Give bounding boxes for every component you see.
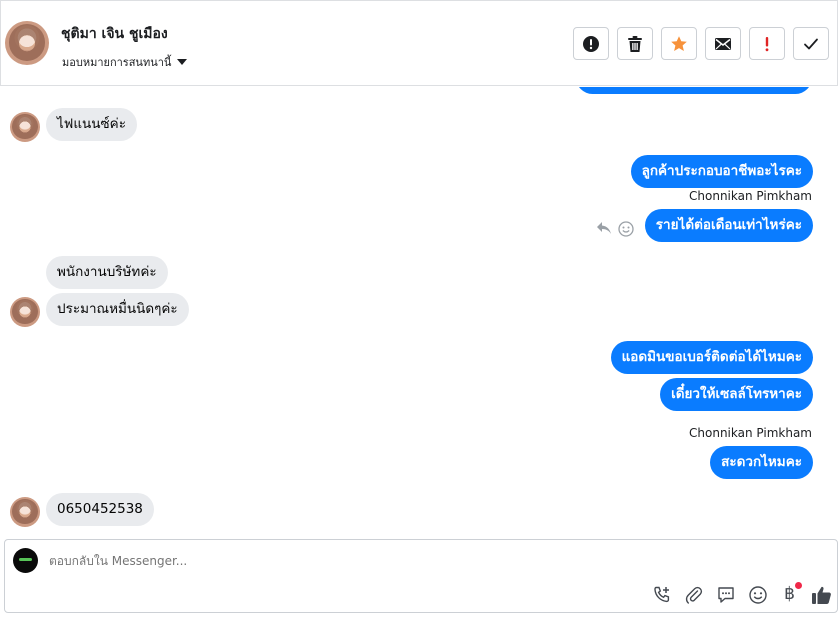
phone-add-icon[interactable] <box>651 584 672 605</box>
page-avatar <box>13 548 38 573</box>
message-bubble-outgoing[interactable]: แอดมินขอเบอร์ติดต่อได้ไหมคะ <box>610 341 813 374</box>
message-bubble-outgoing[interactable]: ลูกค้าประกอบอาชีพอะไรคะ <box>630 155 813 188</box>
reply-icon[interactable] <box>596 221 612 235</box>
reply-composer: ฿ <box>4 539 838 613</box>
contact-avatar[interactable] <box>5 21 49 65</box>
sender-avatar[interactable] <box>10 112 40 142</box>
message-bubble-outgoing[interactable]: สะดวกไหมคะ <box>710 446 813 479</box>
envelope-icon <box>715 37 731 50</box>
exclamation-circle-icon <box>583 35 599 52</box>
message-bubble-outgoing-partial[interactable] <box>576 87 812 94</box>
emoji-reaction-icon[interactable] <box>618 221 634 237</box>
saved-reply-icon[interactable] <box>715 584 736 605</box>
star-icon <box>671 35 687 51</box>
check-icon <box>804 38 818 49</box>
exclamation-icon <box>765 36 769 51</box>
message-actions <box>596 221 634 237</box>
sender-name: Chonnikan Pimkham <box>689 189 812 203</box>
assign-label: มอบหมายการสนทนานี้ <box>62 56 172 69</box>
sender-name: Chonnikan Pimkham <box>689 426 812 440</box>
composer-toolbar: ฿ <box>651 582 832 605</box>
message-bubble-outgoing[interactable]: เดี๋ยวให้เซลล์โทรหาคะ <box>660 378 813 411</box>
mark-spam-button[interactable] <box>573 27 609 60</box>
chevron-down-icon <box>177 59 188 65</box>
follow-up-button[interactable] <box>749 27 785 60</box>
paperclip-icon[interactable] <box>683 584 704 605</box>
message-bubble-incoming[interactable]: 0650452538 <box>46 493 154 526</box>
star-button[interactable] <box>661 27 697 60</box>
mark-done-button[interactable] <box>793 27 829 60</box>
mark-unread-button[interactable] <box>705 27 741 60</box>
conversation-header: ชุติมา เจิน ชูเมือง มอบหมายการสนทนานี้ <box>0 0 838 86</box>
sender-avatar[interactable] <box>10 297 40 327</box>
assign-conversation-dropdown[interactable]: มอบหมายการสนทนานี้ <box>62 53 188 71</box>
notification-dot <box>795 582 802 589</box>
message-bubble-outgoing[interactable]: รายได้ต่อเดือนเท่าไหร่คะ <box>644 209 813 242</box>
conversation-toolbar <box>573 27 829 60</box>
delete-button[interactable] <box>617 27 653 60</box>
message-thread[interactable]: ไฟแนนซ์ค่ะ ลูกค้าประกอบอาชีพอะไรคะ Chonn… <box>0 87 840 537</box>
message-bubble-incoming[interactable]: ไฟแนนซ์ค่ะ <box>46 108 137 141</box>
message-bubble-incoming[interactable]: พนักงานบริษัทค่ะ <box>46 256 168 289</box>
message-input[interactable] <box>49 554 699 568</box>
contact-name[interactable]: ชุติมา เจิน ชูเมือง <box>61 23 168 45</box>
sender-avatar[interactable] <box>10 497 40 527</box>
baht-payment-icon[interactable]: ฿ <box>779 582 802 605</box>
message-bubble-incoming[interactable]: ประมาณหมื่นนิดๆค่ะ <box>46 293 189 326</box>
emoji-icon[interactable] <box>747 584 768 605</box>
trash-icon <box>628 35 642 52</box>
like-thumb-icon[interactable] <box>811 584 832 605</box>
